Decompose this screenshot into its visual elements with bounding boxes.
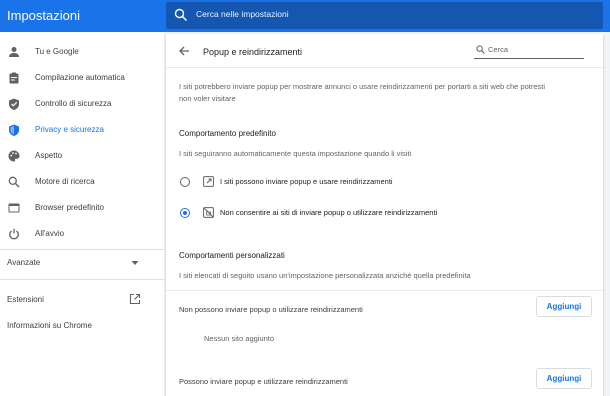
- option-block-label[interactable]: Non consentire ai siti di inviare popup …: [220, 208, 437, 217]
- search-input[interactable]: Cerca nelle impostazioni: [196, 9, 289, 19]
- sidebar-item-label: Controllo di sicurezza: [35, 99, 112, 108]
- custom-behavior-heading: Comportamenti personalizzati: [179, 251, 285, 260]
- sidebar-item-label: Browser predefinito: [35, 203, 104, 212]
- sidebar-item-about[interactable]: Informazioni su Chrome: [7, 321, 92, 330]
- browser-icon: [8, 203, 20, 213]
- page-search[interactable]: Cerca: [474, 44, 584, 59]
- block-list-label: Non possono inviare popup o utilizzare r…: [179, 305, 363, 314]
- search-icon: [476, 45, 485, 54]
- sidebar-item-extensions[interactable]: Estensioni: [7, 295, 44, 304]
- sidebar-item-search-engine[interactable]: Motore di ricerca: [0, 171, 164, 193]
- back-arrow-icon[interactable]: [178, 45, 190, 57]
- option-allow-label[interactable]: I siti possono inviare popup e usare rei…: [220, 177, 393, 186]
- description-line-1: I siti potrebbero inviare popup per most…: [179, 82, 546, 91]
- sidebar-item-autofill[interactable]: Compilazione automatica: [0, 67, 164, 89]
- advanced-section[interactable]: Avanzate: [7, 258, 40, 267]
- shield-icon: [9, 124, 19, 136]
- default-behavior-subtext: I siti seguiranno automaticamente questa…: [179, 149, 412, 158]
- search-icon: [174, 8, 188, 22]
- page-title: Popup e reindirizzamenti: [203, 47, 303, 57]
- open-in-new-icon[interactable]: [129, 293, 141, 305]
- power-icon: [9, 228, 19, 240]
- open-in-new-icon: [203, 176, 214, 187]
- sidebar-item-appearance[interactable]: Aspetto: [0, 145, 164, 167]
- person-icon: [9, 47, 19, 57]
- default-behavior-heading: Comportamento predefinito: [179, 129, 276, 138]
- add-allow-site-button[interactable]: Aggiungi: [536, 368, 592, 389]
- sidebar-item-safety-check[interactable]: Controllo di sicurezza: [0, 93, 164, 115]
- clipboard-icon: [9, 72, 19, 84]
- sidebar-item-label: Motore di ricerca: [35, 177, 95, 186]
- chevron-down-icon[interactable]: [131, 260, 139, 266]
- app-title: Impostazioni: [7, 8, 80, 23]
- description-line-2: non voler visitare: [179, 94, 236, 103]
- radio-block[interactable]: [180, 208, 190, 218]
- sidebar-item-default-browser[interactable]: Browser predefinito: [0, 197, 164, 219]
- add-block-site-button[interactable]: Aggiungi: [536, 296, 592, 317]
- divider: [166, 290, 603, 291]
- sidebar-item-on-startup[interactable]: All'avvio: [0, 223, 164, 245]
- search-icon: [8, 176, 20, 188]
- settings-card: Popup e reindirizzamenti Cerca I siti po…: [166, 34, 603, 396]
- allow-list-label: Possono inviare popup e utilizzare reind…: [179, 377, 348, 386]
- top-bar: Impostazioni Cerca nelle impostazioni: [0, 0, 610, 32]
- sidebar-item-label: Compilazione automatica: [35, 73, 125, 82]
- radio-allow[interactable]: [180, 177, 190, 187]
- popup-blocked-icon: [203, 207, 214, 218]
- sidebar-item-you-and-google[interactable]: Tu e Google: [0, 41, 164, 63]
- sidebar-item-label: Tu e Google: [35, 47, 79, 56]
- divider: [166, 67, 603, 68]
- sidebar-item-label: Aspetto: [35, 151, 63, 160]
- palette-icon: [8, 150, 20, 162]
- sidebar-item-privacy[interactable]: Privacy e sicurezza: [0, 119, 164, 141]
- shield-check-icon: [9, 98, 19, 110]
- settings-search[interactable]: Cerca nelle impostazioni: [166, 2, 603, 29]
- sidebar-item-label: All'avvio: [35, 229, 65, 238]
- divider: [0, 279, 164, 280]
- sidebar-item-label: Privacy e sicurezza: [35, 125, 104, 134]
- empty-list-label: Nessun sito aggiunto: [204, 334, 275, 343]
- custom-behavior-subtext: I siti elencati di seguito usano un'impo…: [179, 271, 471, 280]
- page-search-input[interactable]: Cerca: [488, 45, 508, 54]
- sidebar: Tu e Google Compilazione automatica Cont…: [0, 32, 164, 396]
- divider: [0, 249, 164, 250]
